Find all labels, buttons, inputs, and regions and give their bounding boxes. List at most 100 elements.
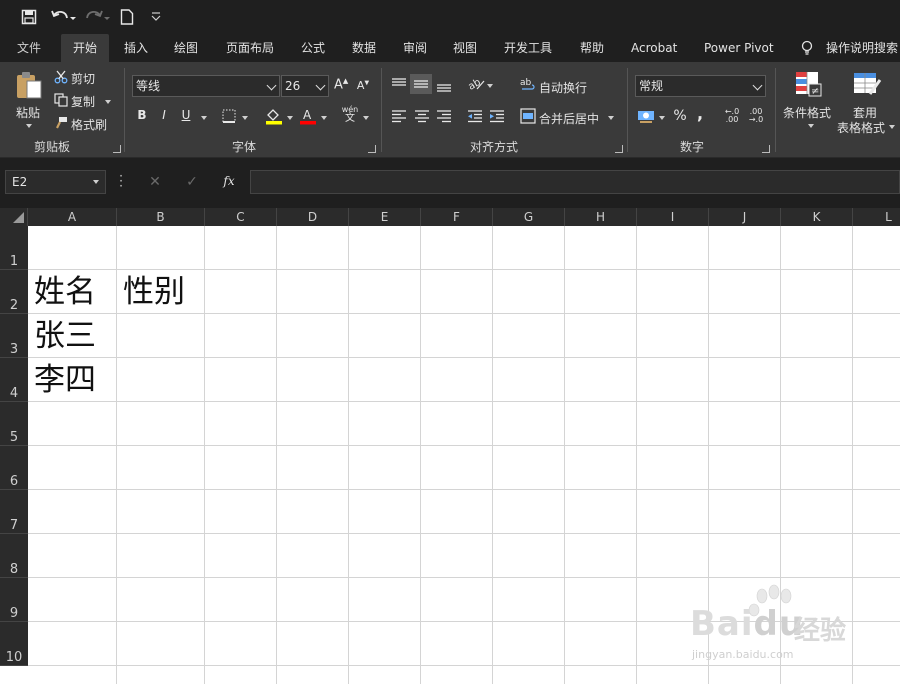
customize-icon[interactable] [148,7,164,27]
merge-center-dropdown-icon[interactable] [608,116,614,120]
italic-button[interactable]: I [157,108,171,122]
more-options-icon[interactable]: · · · [117,170,125,192]
redo-icon[interactable] [84,7,112,27]
row-header-2[interactable]: 2 [0,270,28,314]
comma-style-button[interactable]: , [694,104,706,123]
decrease-indent-icon[interactable] [466,109,484,127]
accounting-format-icon[interactable] [637,108,655,128]
column-header-e[interactable]: E [349,208,421,226]
row-header-5[interactable]: 5 [0,402,28,446]
font-color-icon[interactable]: A [299,107,317,129]
new-file-icon[interactable] [118,7,136,27]
paste-dropdown-icon[interactable] [26,124,32,128]
phonetic-guide-icon[interactable]: wén 文 [340,105,360,124]
cell-a4[interactable]: 李四 [34,358,96,402]
column-header-a[interactable]: A [28,208,117,226]
enter-icon[interactable]: ✓ [183,174,201,190]
font-size-combobox[interactable]: 26 [281,75,329,97]
column-header-k[interactable]: K [781,208,853,226]
name-box[interactable]: E2 [5,170,106,194]
row-header-1[interactable]: 1 [0,226,28,270]
copy-button[interactable]: 复制 [71,93,95,110]
cut-button[interactable]: 剪切 [71,70,95,87]
phonetic-dropdown-icon[interactable] [363,116,369,120]
cell-a3[interactable]: 张三 [34,314,96,358]
conditional-formatting-dropdown-icon[interactable] [808,124,814,128]
merge-center-icon[interactable] [520,108,536,128]
font-name-combobox[interactable]: 等线 [132,75,280,97]
tab-acrobat[interactable]: Acrobat [631,34,677,62]
row-header-7[interactable]: 7 [0,490,28,534]
formula-input[interactable] [250,170,900,194]
fill-color-icon[interactable] [265,107,283,129]
format-painter-icon[interactable] [53,116,69,134]
column-header-h[interactable]: H [565,208,637,226]
column-header-i[interactable]: I [637,208,709,226]
tab-review[interactable]: 审阅 [403,34,427,62]
bold-button[interactable]: B [135,108,149,122]
number-launcher-icon[interactable] [762,145,770,153]
number-format-combobox[interactable]: 常规 [635,75,766,97]
increase-indent-icon[interactable] [488,109,506,127]
alignment-launcher-icon[interactable] [615,145,623,153]
format-as-table-icon[interactable] [852,70,882,98]
underline-button[interactable]: U [179,108,193,122]
select-all-corner[interactable] [0,208,28,226]
font-launcher-icon[interactable] [368,145,376,153]
paste-icon[interactable] [14,70,44,100]
conditional-formatting-icon[interactable]: ≠ [793,70,823,98]
wrap-text-icon[interactable]: ab [520,76,536,96]
row-header-10[interactable]: 10 [0,622,28,666]
cell-a2[interactable]: 姓名 [34,270,96,314]
align-left-icon[interactable] [390,109,408,127]
column-header-f[interactable]: F [421,208,493,226]
row-header-6[interactable]: 6 [0,446,28,490]
orientation-dropdown-icon[interactable] [487,84,493,88]
tab-data[interactable]: 数据 [352,34,376,62]
tab-draw[interactable]: 绘图 [174,34,198,62]
cancel-icon[interactable]: ✕ [146,174,164,190]
tab-formulas[interactable]: 公式 [301,34,325,62]
name-box-dropdown-icon[interactable] [93,180,99,184]
tab-insert[interactable]: 插入 [124,34,148,62]
column-header-l[interactable]: L [853,208,900,226]
column-header-c[interactable]: C [205,208,277,226]
save-icon[interactable] [18,7,40,27]
tab-developer[interactable]: 开发工具 [504,34,552,62]
insert-function-icon[interactable]: fx [219,174,239,188]
align-center-icon[interactable] [413,109,431,127]
accounting-dropdown-icon[interactable] [659,116,665,120]
decrease-font-size-icon[interactable]: A▼ [356,79,370,92]
wrap-text-button[interactable]: 自动换行 [539,79,587,96]
format-painter-button[interactable]: 格式刷 [71,116,107,133]
align-right-icon[interactable] [435,109,453,127]
row-header-4[interactable]: 4 [0,358,28,402]
column-header-g[interactable]: G [493,208,565,226]
format-as-table-button[interactable]: 表格格式 [837,119,885,136]
row-header-8[interactable]: 8 [0,534,28,578]
copy-icon[interactable] [53,93,69,111]
column-header-j[interactable]: J [709,208,781,226]
tab-page-layout[interactable]: 页面布局 [226,34,274,62]
row-header-3[interactable]: 3 [0,314,28,358]
conditional-formatting-button[interactable]: 条件格式 [783,104,831,121]
increase-font-size-icon[interactable]: A▲ [334,77,348,92]
underline-dropdown-icon[interactable] [201,116,207,120]
tab-home[interactable]: 开始 [61,34,110,62]
decrease-decimal-icon[interactable]: .00 →.0 [746,108,766,124]
format-as-table-dropdown-icon[interactable] [889,125,895,129]
align-bottom-icon[interactable] [435,79,453,97]
tab-file[interactable]: 文件 [17,34,41,62]
increase-decimal-icon[interactable]: ←.0.00 [722,108,742,124]
border-icon[interactable] [221,109,237,127]
cell-b2[interactable]: 性别 [123,270,185,314]
paste-button[interactable]: 粘贴 [16,104,40,121]
tab-help[interactable]: 帮助 [580,34,604,62]
border-dropdown-icon[interactable] [242,116,248,120]
tab-view[interactable]: 视图 [453,34,477,62]
cut-icon[interactable] [53,70,69,88]
fill-color-dropdown-icon[interactable] [287,116,293,120]
tab-power-pivot[interactable]: Power Pivot [704,34,774,62]
tell-me-search[interactable]: 操作说明搜索 [826,34,898,62]
align-middle-button[interactable] [410,74,432,94]
